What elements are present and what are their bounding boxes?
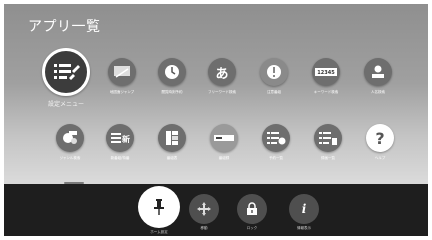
app-tile-label: 番組表: [166, 156, 178, 160]
move-icon: [189, 194, 219, 224]
map-jump-icon: [108, 58, 136, 86]
app-tile-keyword-search[interactable]: あ フリーワード検索: [202, 58, 242, 95]
app-tile-label: ヘルプ: [374, 156, 386, 160]
person-search-icon: [364, 58, 392, 86]
lock-button[interactable]: ロック: [234, 194, 270, 231]
app-tile-label: キーワード検索: [313, 90, 339, 94]
recorded-list-icon: [314, 124, 342, 152]
help-icon: ?: [366, 124, 394, 152]
app-tile-new-program[interactable]: 新 新番組/特番: [100, 124, 140, 161]
bottom-button-label: ホーム設定: [150, 230, 168, 234]
settings-menu-icon: [42, 48, 90, 96]
app-tile-recorded-list[interactable]: 録画一覧: [308, 124, 348, 161]
keyword-search-icon: あ: [208, 58, 236, 86]
info-icon: i: [289, 194, 319, 224]
app-tile-alert[interactable]: 注意番組: [254, 58, 294, 95]
app-tile-label: 録画一覧: [321, 156, 335, 160]
app-tile-clock[interactable]: 閲覧時刻予約: [152, 58, 192, 95]
app-tile-recording[interactable]: 番組録: [204, 124, 244, 161]
svg-text:12345: 12345: [317, 70, 335, 76]
app-tile-person-search[interactable]: 人名検索: [358, 58, 398, 95]
pin-icon: [138, 186, 180, 228]
app-grid-area: アプリ一覧 設定メニュー 地図面ジャンプ 閲覧時刻予約 あ フリーワード検索 注…: [4, 4, 428, 180]
app-tile-guide[interactable]: 番組表: [152, 124, 192, 161]
bottom-button-label: 情報表示: [297, 226, 311, 230]
guide-icon: [158, 124, 186, 152]
app-tile-label: 閲覧時刻予約: [161, 90, 183, 94]
app-list-screen: アプリ一覧 設定メニュー 地図面ジャンプ 閲覧時刻予約 あ フリーワード検索 注…: [4, 4, 428, 236]
app-tile-label: 人名検索: [371, 90, 385, 94]
app-tile-number-search[interactable]: 12345 キーワード検索: [306, 58, 346, 95]
reservation-list-icon: [262, 124, 290, 152]
new-program-icon: 新: [106, 124, 134, 152]
app-tile-label: 予約一覧: [269, 156, 283, 160]
move-button[interactable]: 移動: [186, 194, 222, 231]
app-tile-label: ジャンル検索: [59, 156, 81, 160]
info-button[interactable]: i 情報表示: [286, 194, 322, 231]
clock-icon: [158, 58, 186, 86]
bottom-button-label: ロック: [246, 226, 258, 230]
bottom-action-bar: ホーム設定 移動 ロック i 情報表示: [4, 184, 428, 236]
app-tile-reservation-list[interactable]: 予約一覧: [256, 124, 296, 161]
svg-text:新: 新: [122, 134, 130, 144]
app-tile-label: フリーワード検索: [208, 90, 236, 94]
app-tile-label: 新番組/特番: [110, 156, 130, 160]
alert-icon: [260, 58, 288, 86]
home-setting-button[interactable]: ホーム設定: [136, 186, 182, 235]
app-tile-label: 番組録: [218, 156, 230, 160]
app-tile-label: 地図面ジャンプ: [109, 90, 135, 94]
app-tile-help[interactable]: ? ヘルプ: [360, 124, 400, 161]
recording-icon: [210, 124, 238, 152]
bottom-button-label: 移動: [200, 226, 208, 230]
app-tile-label: 注意番組: [267, 90, 281, 94]
app-tile-genre-search[interactable]: ジャンル検索: [50, 124, 90, 161]
app-tile-settings-menu[interactable]: 設定メニュー: [36, 48, 96, 108]
page-title: アプリ一覧: [28, 19, 101, 35]
app-tile-label: 設定メニュー: [47, 101, 84, 108]
number-search-icon: 12345: [312, 58, 340, 86]
app-tile-map-jump[interactable]: 地図面ジャンプ: [102, 58, 142, 95]
lock-icon: [237, 194, 267, 224]
genre-search-icon: [56, 124, 84, 152]
